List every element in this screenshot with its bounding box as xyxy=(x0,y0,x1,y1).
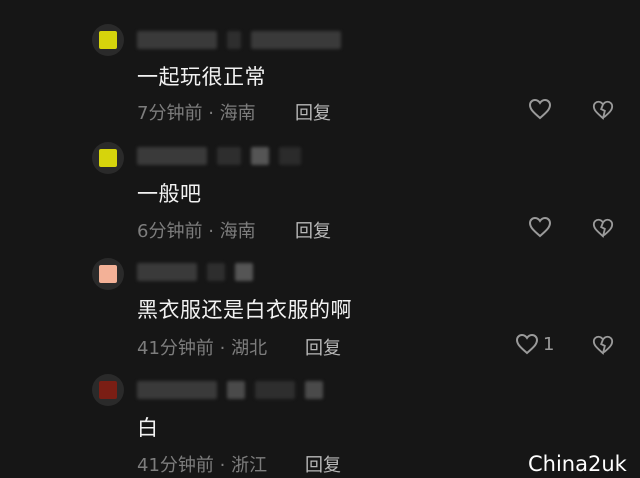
comment-time: 7分钟前 xyxy=(137,103,203,124)
heart-outline-icon xyxy=(528,216,552,238)
comment-time: 41分钟前 xyxy=(137,338,214,359)
reply-button[interactable]: 回复 xyxy=(295,99,331,125)
username-blurred[interactable] xyxy=(137,145,301,167)
heart-outline-icon xyxy=(528,98,552,120)
avatar[interactable] xyxy=(92,24,124,56)
comment-text: 一起玩很正常 xyxy=(137,65,266,89)
like-count: 1 xyxy=(543,333,555,355)
comment-time: 6分钟前 xyxy=(137,221,203,242)
username-blurred[interactable] xyxy=(137,29,341,51)
comment-location: 浙江 xyxy=(231,455,268,476)
comment-time: 41分钟前 xyxy=(137,455,214,476)
username-blurred[interactable] xyxy=(137,261,253,283)
avatar[interactable] xyxy=(92,258,124,290)
dislike-button[interactable] xyxy=(592,217,614,239)
separator: · xyxy=(208,221,214,242)
comment-meta: 41分钟前 · 浙江 xyxy=(137,451,267,477)
comment-location: 海南 xyxy=(219,103,256,124)
comment-meta: 41分钟前 · 湖北 xyxy=(137,334,267,360)
comment-text: 一般吧 xyxy=(137,182,202,206)
like-button[interactable]: 1 xyxy=(515,333,554,355)
broken-heart-icon xyxy=(592,217,614,239)
dislike-button[interactable] xyxy=(592,334,614,356)
avatar-image xyxy=(99,265,117,283)
comment-location: 海南 xyxy=(219,221,256,242)
avatar-image xyxy=(99,381,117,399)
reply-button[interactable]: 回复 xyxy=(305,451,341,477)
broken-heart-icon xyxy=(592,334,614,356)
avatar[interactable] xyxy=(92,374,124,406)
like-button[interactable] xyxy=(528,216,556,238)
watermark-text: China2uk xyxy=(528,452,627,476)
separator: · xyxy=(208,103,214,124)
comment-meta: 6分钟前 · 海南 xyxy=(137,217,256,243)
heart-outline-icon xyxy=(515,333,539,355)
separator: · xyxy=(219,338,226,359)
avatar-image xyxy=(99,149,117,167)
dislike-button[interactable] xyxy=(592,99,614,121)
avatar[interactable] xyxy=(92,142,124,174)
comment-text: 白 xyxy=(137,416,159,440)
reply-button[interactable]: 回复 xyxy=(305,334,341,360)
like-button[interactable] xyxy=(528,98,556,120)
broken-heart-icon xyxy=(592,99,614,121)
comment-meta: 7分钟前 · 海南 xyxy=(137,99,256,125)
reply-button[interactable]: 回复 xyxy=(295,217,331,243)
comment-location: 湖北 xyxy=(231,338,268,359)
avatar-image xyxy=(99,31,117,49)
username-blurred[interactable] xyxy=(137,379,323,401)
separator: · xyxy=(219,455,226,476)
comment-text: 黑衣服还是白衣服的啊 xyxy=(137,298,352,322)
